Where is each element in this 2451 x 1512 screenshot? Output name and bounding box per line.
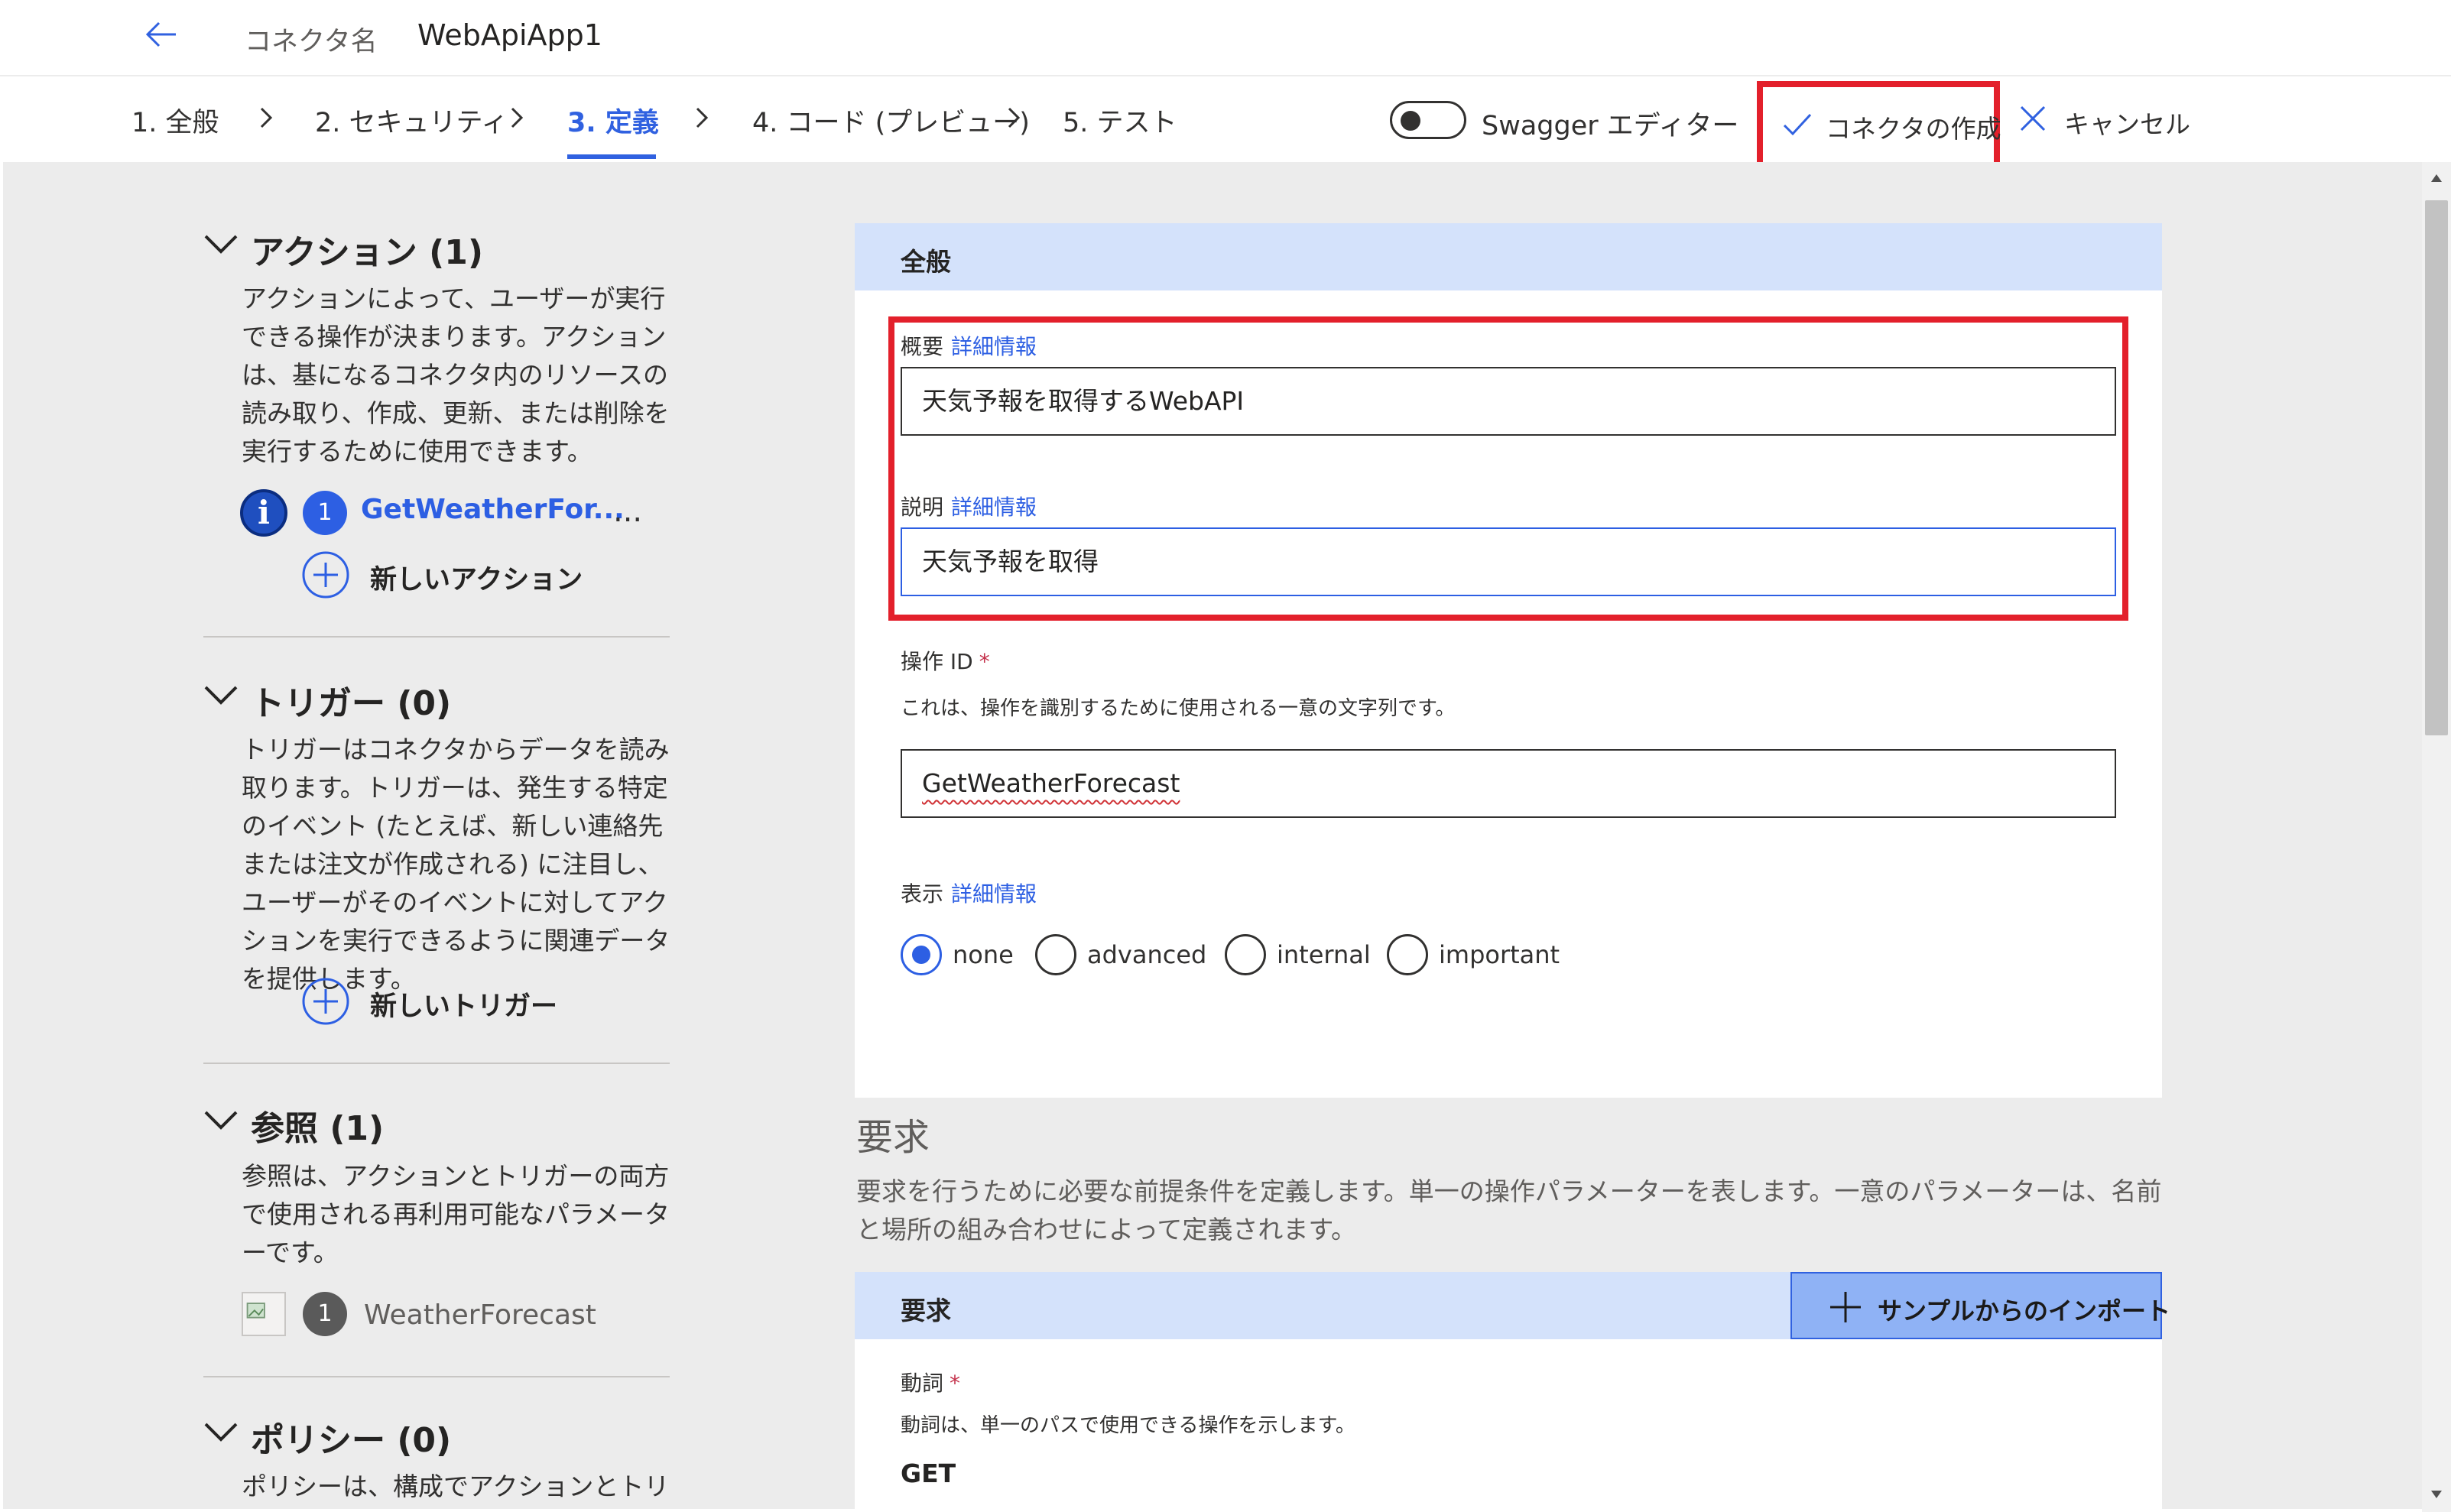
scrollbar-thumb[interactable] <box>2425 200 2448 735</box>
section-divider <box>203 1063 670 1064</box>
visibility-label: 表示 詳細情報 <box>901 881 1037 907</box>
reference-item-weather-forecast[interactable]: WeatherForecast <box>364 1299 596 1331</box>
policies-title: ポリシー (0) <box>251 1421 452 1460</box>
radio-unchecked-icon <box>1387 934 1428 975</box>
description-learn-more-link[interactable]: 詳細情報 <box>951 495 1037 520</box>
checkmark-icon <box>1783 113 1812 136</box>
top-header: コネクタ名 WebApiApp1 <box>0 0 2451 76</box>
back-arrow-icon[interactable] <box>142 15 180 54</box>
connector-name-label: コネクタ名 <box>245 27 378 57</box>
reference-count-badge: 1 <box>303 1292 347 1336</box>
add-circle-icon <box>302 978 349 1025</box>
step-security[interactable]: 2. セキュリティ <box>315 101 508 140</box>
info-icon: i <box>240 489 287 537</box>
broken-image-icon <box>242 1292 286 1336</box>
verb-label: 動詞 * <box>901 1371 961 1396</box>
radio-label: none <box>953 940 1014 969</box>
new-action-label: 新しいアクション <box>370 565 583 595</box>
step-general[interactable]: 1. 全般 <box>131 101 219 140</box>
request-card-title: 要求 <box>901 1296 951 1325</box>
chevron-right-icon <box>696 107 709 128</box>
radio-label: internal <box>1277 940 1371 969</box>
chevron-right-icon <box>260 107 273 128</box>
toggle-knob <box>1401 111 1420 131</box>
section-divider <box>203 636 670 638</box>
action-item-get-weather[interactable]: GetWeatherFor... <box>361 494 625 525</box>
chevron-down-icon <box>204 1111 238 1130</box>
references-title: 参照 (1) <box>251 1109 385 1148</box>
general-card: 全般 概要 詳細情報 天気予報を取得するWebAPI 説明 詳細情報 天気予報を取得… <box>855 223 2162 1098</box>
request-section-title: 要求 <box>856 1116 930 1159</box>
create-connector-button[interactable]: コネクタの作成 <box>1757 81 2001 168</box>
request-section-description: 要求を行うために必要な前提条件を定義します。単一の操作パラメーターを表します。一… <box>856 1176 2162 1244</box>
radio-checked-icon <box>901 934 942 975</box>
summary-label: 概要 詳細情報 <box>901 334 1037 359</box>
verb-value: GET <box>901 1458 956 1488</box>
chevron-down-icon <box>204 235 238 254</box>
more-options-icon[interactable]: ... <box>613 494 642 529</box>
definition-content: アクション (1) アクションによって、ユーザーが実行できる操作が決まります。ア… <box>3 162 2422 1509</box>
policies-description: ポリシーは、構成でアクションとトリガー <box>242 1471 670 1501</box>
add-circle-icon <box>302 551 349 599</box>
swagger-editor-toggle[interactable] <box>1390 101 1466 139</box>
plus-icon <box>1830 1292 1861 1322</box>
description-label: 説明 詳細情報 <box>901 495 1037 520</box>
operation-id-value: GetWeatherForecast <box>922 768 1180 798</box>
request-card: 要求 サンプルからのインポート 動詞 * 動詞は、単一のパスで使用できる操作を示し… <box>855 1272 2170 1509</box>
active-step-indicator <box>567 154 656 159</box>
references-description: 参照は、アクションとトリガーの両方で使用される再利用可能なパラメーターです。 <box>242 1161 670 1267</box>
new-trigger-label: 新しいトリガー <box>370 991 558 1022</box>
summary-input[interactable]: 天気予報を取得するWebAPI <box>901 367 2116 436</box>
step-code-preview[interactable]: 4. コード (プレビュー) <box>752 101 1030 140</box>
chevron-down-icon <box>204 1423 238 1442</box>
general-card-title: 全般 <box>901 247 951 277</box>
step-test[interactable]: 5. テスト <box>1063 101 1177 140</box>
radio-label: important <box>1439 940 1560 969</box>
actions-title: アクション (1) <box>251 233 483 272</box>
step-definition[interactable]: 3. 定義 <box>567 101 659 140</box>
cancel-label: キャンセル <box>2064 109 2190 139</box>
operation-id-label: 操作 ID * <box>901 649 990 674</box>
import-from-sample-button[interactable]: サンプルからのインポート <box>1790 1272 2170 1339</box>
swagger-editor-label: Swagger エディター <box>1482 111 1739 141</box>
general-card-header: 全般 <box>855 223 2162 290</box>
chevron-right-icon <box>511 107 524 128</box>
action-count-badge: 1 <box>303 491 347 535</box>
radio-unchecked-icon <box>1225 934 1266 975</box>
visibility-learn-more-link[interactable]: 詳細情報 <box>951 881 1037 907</box>
actions-description: アクションによって、ユーザーが実行できる操作が決まります。アクションは、基になる… <box>242 284 670 466</box>
triggers-description: トリガーはコネクタからデータを読み取ります。トリガーは、発生する特定のイベント … <box>242 735 670 994</box>
required-marker: * <box>950 1371 961 1396</box>
summary-learn-more-link[interactable]: 詳細情報 <box>951 334 1037 359</box>
wizard-step-bar: 1. 全般 2. セキュリティ 3. 定義 4. コード (プレビュー) 5. … <box>0 78 2451 168</box>
create-connector-label: コネクタの作成 <box>1826 114 2001 144</box>
scroll-up-arrow-icon[interactable] <box>2430 173 2443 183</box>
request-card-header: 要求 サンプルからのインポート <box>855 1272 2170 1339</box>
close-icon <box>2020 105 2046 131</box>
cancel-button[interactable]: キャンセル <box>2018 101 2190 144</box>
section-divider <box>203 1376 670 1377</box>
radio-unchecked-icon <box>1035 934 1076 975</box>
required-marker: * <box>979 649 990 674</box>
chevron-down-icon <box>204 686 238 705</box>
operation-id-helper: これは、操作を識別するために使用される一意の文字列です。 <box>901 697 1456 720</box>
description-input[interactable]: 天気予報を取得 <box>901 527 2116 596</box>
operation-id-input[interactable]: GetWeatherForecast <box>901 749 2116 818</box>
radio-label: advanced <box>1087 940 1207 969</box>
verb-helper: 動詞は、単一のパスで使用できる操作を示します。 <box>901 1414 1355 1437</box>
triggers-title: トリガー (0) <box>251 684 452 723</box>
connector-name: WebApiApp1 <box>417 18 602 52</box>
chevron-right-icon <box>1008 107 1021 128</box>
scroll-down-arrow-icon[interactable] <box>2430 1489 2443 1500</box>
import-from-sample-label: サンプルからのインポート <box>1878 1296 2171 1325</box>
vertical-scrollbar[interactable] <box>2422 162 2451 1512</box>
